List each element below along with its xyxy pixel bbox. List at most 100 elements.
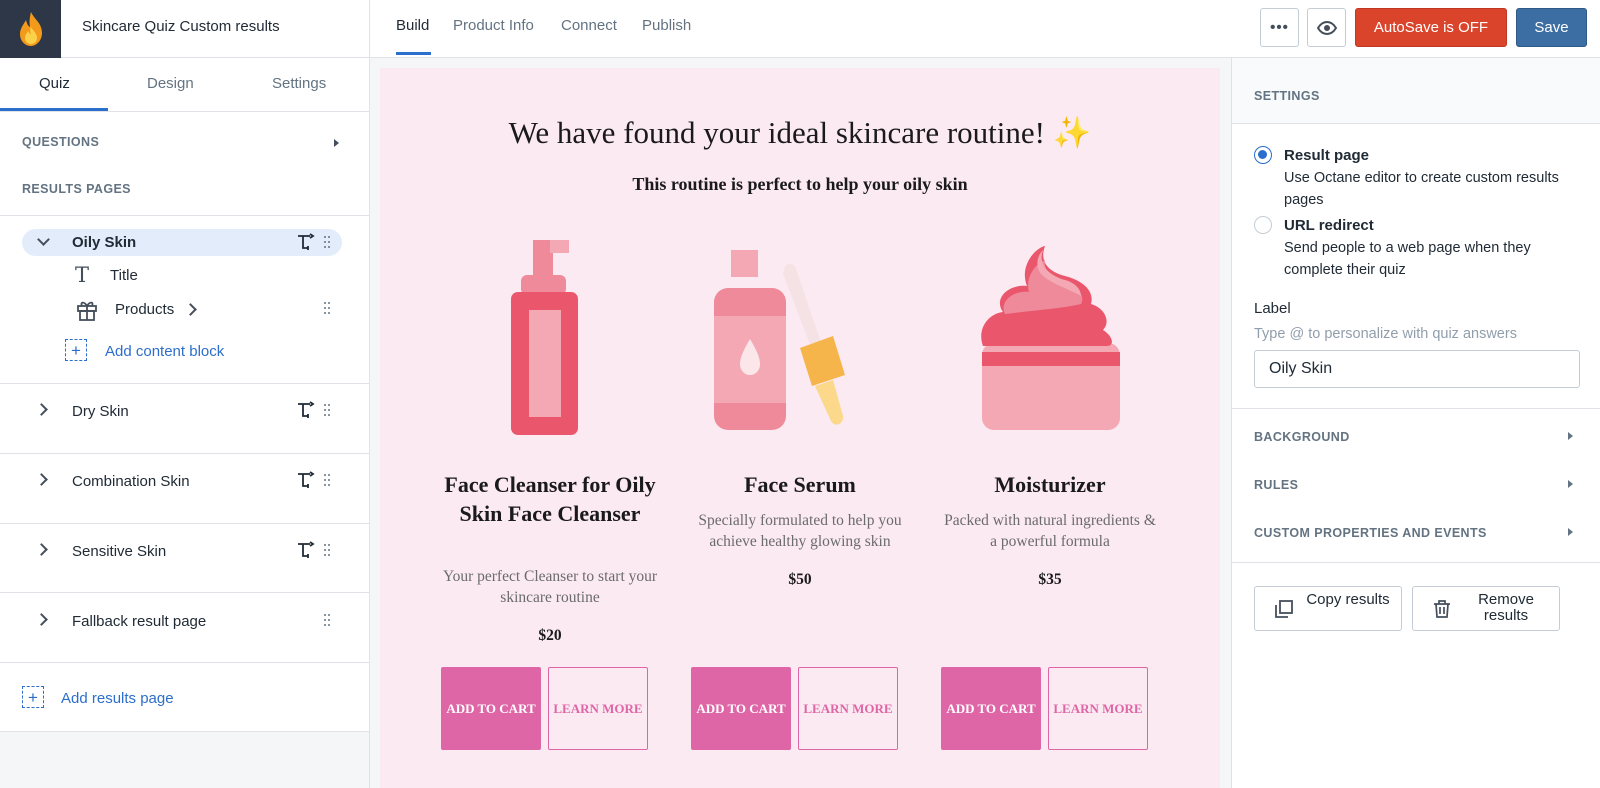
product-description: Packed with natural ingredients & a powe… bbox=[944, 512, 1156, 550]
label-input[interactable] bbox=[1254, 350, 1580, 388]
drag-handle-icon[interactable] bbox=[324, 474, 332, 486]
add-content-block-link[interactable]: Add content block bbox=[105, 343, 224, 360]
preview-button[interactable] bbox=[1307, 8, 1346, 47]
branch-logic-icon[interactable] bbox=[297, 541, 315, 559]
serum-bottle-image bbox=[714, 250, 845, 430]
branch-logic-icon[interactable] bbox=[297, 471, 315, 489]
divider bbox=[0, 662, 369, 663]
content-block-title[interactable]: Title bbox=[110, 267, 138, 284]
tab-build[interactable]: Build bbox=[396, 17, 429, 34]
divider bbox=[0, 592, 369, 593]
add-results-page-link[interactable]: Add results page bbox=[61, 690, 174, 707]
label-field-title: Label bbox=[1254, 300, 1291, 317]
remove-results-button[interactable]: Remove results bbox=[1412, 586, 1560, 631]
settings-header: SETTINGS bbox=[1232, 58, 1600, 124]
background-accordion[interactable]: BACKGROUND bbox=[1254, 430, 1350, 444]
learn-more-button[interactable]: LEARN MORE bbox=[798, 667, 898, 750]
results-page-label: Oily Skin bbox=[72, 234, 137, 251]
result-headline[interactable]: We have found your ideal skincare routin… bbox=[380, 114, 1220, 151]
trash-icon bbox=[1434, 600, 1450, 618]
expand-arrow-icon[interactable] bbox=[334, 139, 339, 147]
tab-product-info[interactable]: Product Info bbox=[453, 17, 534, 34]
add-to-cart-button[interactable]: ADD TO CART bbox=[691, 667, 791, 750]
product-price: $20 bbox=[538, 627, 562, 644]
active-tab-indicator bbox=[396, 52, 431, 55]
result-page-preview[interactable]: We have found your ideal skincare routin… bbox=[380, 68, 1220, 788]
product-name: Face Cleanser for Oily Skin Face Cleanse… bbox=[444, 472, 656, 526]
chevron-right-icon[interactable] bbox=[35, 403, 48, 416]
add-to-cart-button[interactable]: ADD TO CART bbox=[441, 667, 541, 750]
save-button[interactable]: Save bbox=[1516, 8, 1587, 47]
product-price: $50 bbox=[788, 571, 812, 588]
moisturizer-jar-image bbox=[981, 246, 1120, 430]
drag-handle-icon[interactable] bbox=[324, 236, 332, 248]
drag-handle-icon[interactable] bbox=[324, 614, 332, 626]
copy-results-button[interactable]: Copy results bbox=[1254, 586, 1402, 631]
tab-settings[interactable]: Settings bbox=[272, 75, 326, 92]
url-redirect-option-title[interactable]: URL redirect bbox=[1284, 217, 1374, 234]
result-subheadline[interactable]: This routine is perfect to help your oil… bbox=[380, 174, 1220, 195]
text-icon: T bbox=[75, 263, 90, 287]
cleanser-bottle-image bbox=[511, 240, 578, 435]
expand-arrow-icon[interactable] bbox=[1568, 528, 1573, 536]
url-redirect-option-description: Send people to a web page when they comp… bbox=[1284, 240, 1531, 278]
results-page-item-oily-skin[interactable] bbox=[22, 229, 342, 256]
divider bbox=[1232, 562, 1600, 563]
product-name: Moisturizer bbox=[994, 472, 1106, 497]
more-options-button[interactable]: ••• bbox=[1260, 8, 1299, 47]
result-page-radio[interactable] bbox=[1254, 146, 1272, 164]
results-page-item-combination-skin[interactable]: Combination Skin bbox=[72, 473, 190, 490]
chevron-right-icon[interactable] bbox=[35, 613, 48, 626]
label-field-hint: Type @ to personalize with quiz answers bbox=[1254, 326, 1517, 342]
results-pages-heading: RESULTS PAGES bbox=[22, 182, 131, 196]
result-page-option-title[interactable]: Result page bbox=[1284, 147, 1369, 164]
tab-connect[interactable]: Connect bbox=[561, 17, 617, 34]
gift-icon bbox=[77, 301, 97, 321]
divider bbox=[0, 523, 369, 524]
result-page-option-description: Use Octane editor to create custom resul… bbox=[1284, 170, 1559, 208]
app-logo[interactable] bbox=[0, 0, 61, 58]
branch-logic-icon[interactable] bbox=[297, 233, 315, 251]
content-block-products[interactable]: Products bbox=[115, 301, 174, 318]
app-title: Skincare Quiz Custom results bbox=[82, 18, 280, 35]
divider bbox=[0, 383, 369, 384]
product-name: Face Serum bbox=[744, 472, 856, 497]
questions-heading[interactable]: QUESTIONS bbox=[22, 135, 99, 149]
expand-arrow-icon[interactable] bbox=[1568, 432, 1573, 440]
chevron-right-icon[interactable] bbox=[35, 473, 48, 486]
copy-results-label: Copy results bbox=[1306, 591, 1390, 608]
branch-logic-icon[interactable] bbox=[297, 401, 315, 419]
tab-design[interactable]: Design bbox=[147, 75, 194, 92]
flame-icon bbox=[19, 12, 42, 46]
app-root: Skincare Quiz Custom results Build Produ… bbox=[0, 0, 1600, 788]
left-panel-footer bbox=[0, 732, 369, 788]
drag-handle-icon[interactable] bbox=[324, 302, 332, 314]
drag-handle-icon[interactable] bbox=[324, 544, 332, 556]
settings-panel: SETTINGS Result page Use Octane editor t… bbox=[1231, 58, 1600, 788]
copy-icon bbox=[1275, 600, 1293, 618]
product-price: $35 bbox=[1038, 571, 1062, 588]
expand-arrow-icon[interactable] bbox=[1568, 480, 1573, 488]
learn-more-button[interactable]: LEARN MORE bbox=[548, 667, 648, 750]
autosave-toggle-button[interactable]: AutoSave is OFF bbox=[1355, 8, 1507, 47]
divider bbox=[1232, 408, 1600, 409]
tab-quiz[interactable]: Quiz bbox=[39, 75, 70, 92]
results-page-item-sensitive-skin[interactable]: Sensitive Skin bbox=[72, 543, 166, 560]
results-page-item-dry-skin[interactable]: Dry Skin bbox=[72, 403, 129, 420]
tab-publish[interactable]: Publish bbox=[642, 17, 691, 34]
learn-more-button[interactable]: LEARN MORE bbox=[1048, 667, 1148, 750]
add-to-cart-button[interactable]: ADD TO CART bbox=[941, 667, 1041, 750]
custom-properties-accordion[interactable]: CUSTOM PROPERTIES AND EVENTS bbox=[1254, 526, 1487, 540]
product-description: Specially formulated to help you achieve… bbox=[698, 512, 902, 550]
drag-handle-icon[interactable] bbox=[324, 404, 332, 416]
url-redirect-radio[interactable] bbox=[1254, 216, 1272, 234]
chevron-right-icon[interactable] bbox=[35, 543, 48, 556]
results-page-item-fallback[interactable]: Fallback result page bbox=[72, 613, 206, 630]
divider bbox=[0, 215, 369, 216]
chevron-right-icon[interactable] bbox=[184, 303, 197, 316]
add-page-icon[interactable]: + bbox=[22, 686, 44, 708]
add-block-icon[interactable]: + bbox=[65, 339, 87, 361]
rules-accordion[interactable]: RULES bbox=[1254, 478, 1298, 492]
eye-icon bbox=[1316, 20, 1337, 35]
settings-heading: SETTINGS bbox=[1254, 89, 1320, 103]
